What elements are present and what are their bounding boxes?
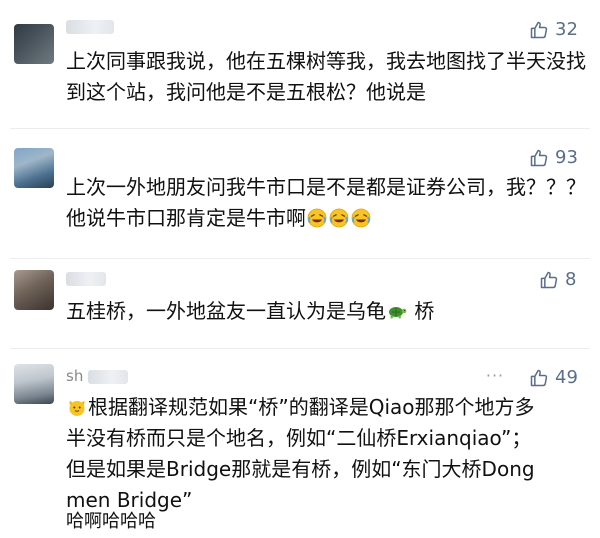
blurred-nickname: [66, 19, 114, 34]
like-count: 8: [565, 269, 577, 290]
avatar[interactable]: [14, 24, 54, 64]
nickname-blurred[interactable]: [66, 16, 114, 36]
comment-text-after-icon: 桥: [408, 299, 435, 323]
comment-text: 五桂桥，一外地盆友一直认为是乌龟 桥: [66, 296, 591, 327]
like-button[interactable]: 49: [529, 367, 578, 389]
comment-text: 上次同事跟我说，他在五棵树等我，我去地图找了半天没找到这个站，我问他是不是五根松…: [66, 49, 586, 104]
laughing-crying-emoji: [329, 208, 349, 228]
like-button[interactable]: 93: [529, 147, 578, 169]
more-dots-icon[interactable]: ···: [484, 366, 506, 386]
nickname-blurred[interactable]: [66, 268, 106, 288]
thumbs-up-icon: [529, 20, 549, 40]
comment-item: 8 五桂桥，一外地盆友一直认为是乌龟 桥: [0, 258, 600, 348]
like-count: 32: [555, 19, 578, 40]
thumbs-up-icon: [529, 368, 549, 388]
blurred-nickname: [88, 369, 129, 384]
comment-text: 根据翻译规范如果“桥”的翻译是Qiao那那个地方多半没有桥而只是个地名，例如“二…: [66, 392, 546, 516]
like-count: 49: [555, 367, 578, 388]
like-button[interactable]: 32: [529, 19, 578, 41]
comment-item: 93 上次一外地朋友问我牛市口是不是都是证券公司，我？？？他说牛市口那肯定是牛市…: [0, 128, 600, 258]
comment-feed: 32 上次同事跟我说，他在五棵树等我，我去地图找了半天没找到这个站，我问他是不是…: [0, 0, 600, 538]
like-count: 93: [555, 147, 578, 168]
comment-item: 32 上次同事跟我说，他在五棵树等我，我去地图找了半天没找到这个站，我问他是不是…: [0, 0, 600, 128]
nickname[interactable]: sh: [66, 366, 129, 386]
cat-face-emoji: [67, 397, 87, 417]
avatar[interactable]: [14, 148, 54, 188]
turtle-emoji: [387, 301, 407, 321]
blurred-nickname: [66, 271, 106, 286]
comment-text: 上次一外地朋友问我牛市口是不是都是证券公司，我？？？他说牛市口那肯定是牛市啊: [66, 172, 591, 234]
comment-second-line: 哈啊哈哈哈: [66, 511, 156, 532]
comment-text-content: 根据翻译规范如果“桥”的翻译是Qiao那那个地方多半没有桥而只是个地名，例如“二…: [66, 395, 535, 512]
thumbs-up-icon: [529, 148, 549, 168]
avatar[interactable]: [14, 270, 54, 310]
thumbs-up-icon: [539, 270, 559, 290]
avatar[interactable]: [14, 364, 54, 404]
comment-text-before-icon: 五桂桥，一外地盆友一直认为是乌龟: [66, 299, 386, 323]
like-button[interactable]: 8: [539, 269, 576, 291]
laughing-crying-emoji: [351, 208, 371, 228]
laughing-crying-emoji: [307, 208, 327, 228]
nickname-text: sh: [66, 367, 84, 385]
comment-item: sh ··· 49 根据翻译规范如果“桥”的翻译是Qiao那那个地方多半没有桥而…: [0, 348, 600, 538]
